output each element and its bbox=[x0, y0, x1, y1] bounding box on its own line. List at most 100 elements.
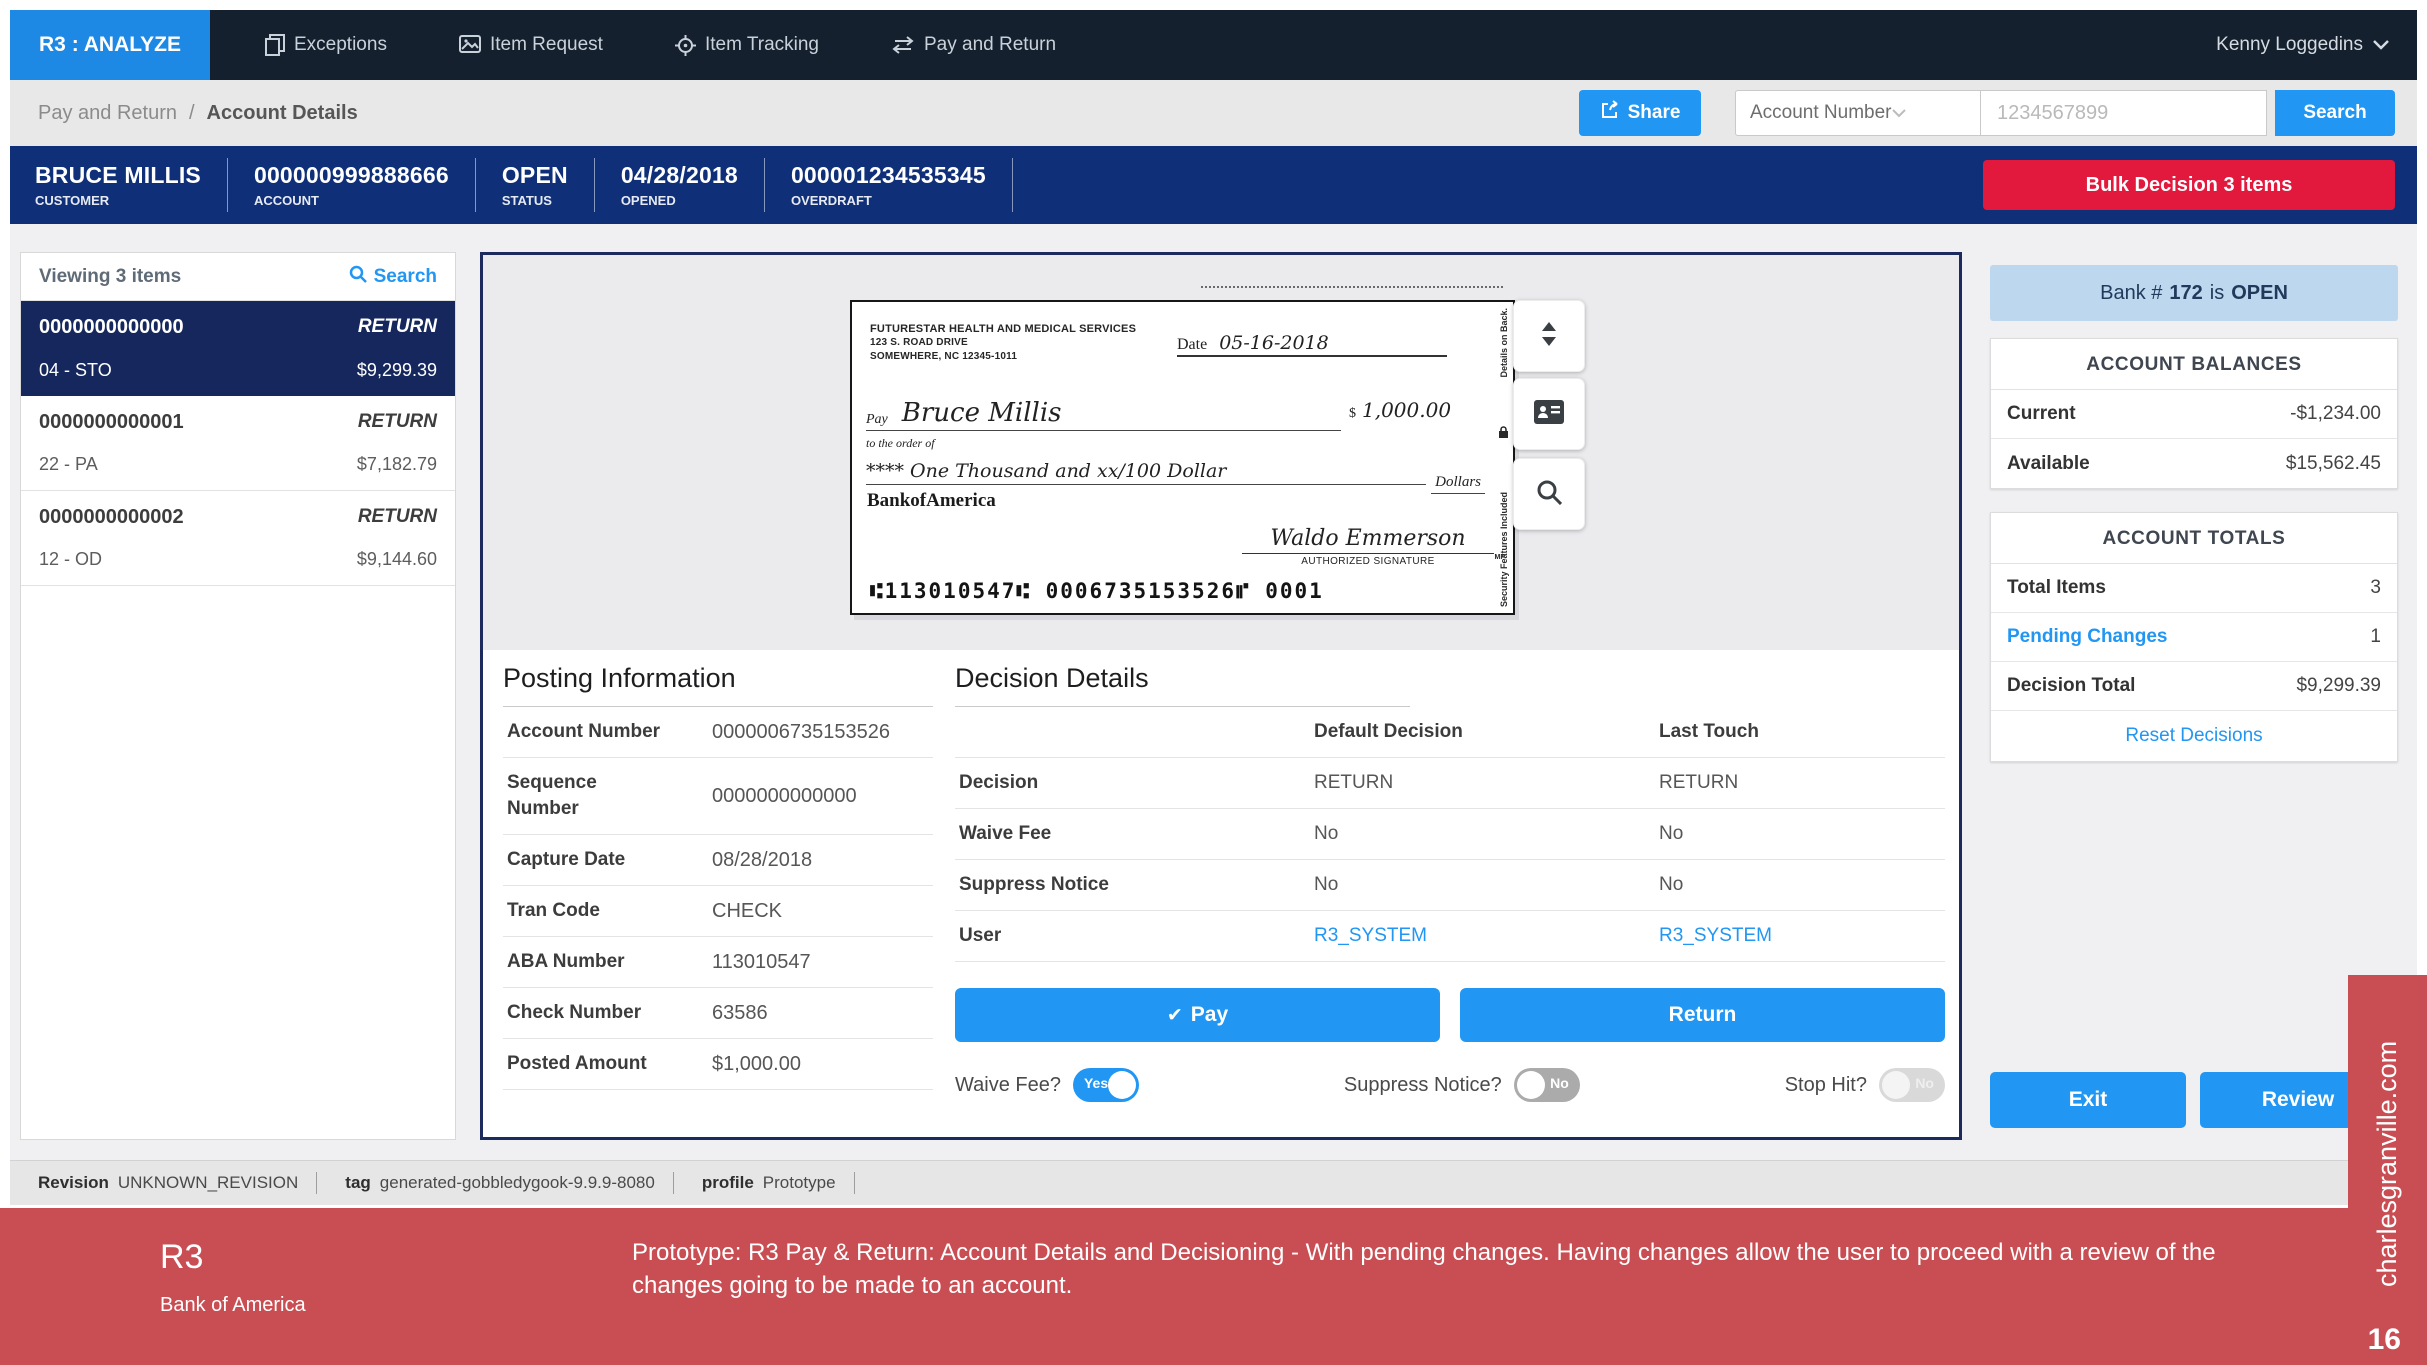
posting-label: Check Number bbox=[507, 1000, 672, 1026]
item-row[interactable]: 0000000000001 RETURN 22 - PA $7,182.79 bbox=[21, 396, 455, 491]
bulk-decision-button[interactable]: Bulk Decision 3 items bbox=[1983, 160, 2395, 210]
overdraft-label: OVERDRAFT bbox=[791, 193, 986, 208]
pending-changes-link[interactable]: Pending Changes bbox=[2007, 626, 2167, 648]
posting-row: Sequence Number 0000000000000 bbox=[503, 758, 933, 835]
stop-hit-toggle-group: Stop Hit? No bbox=[1785, 1068, 1945, 1102]
decision-total-label: Decision Total bbox=[2007, 675, 2135, 697]
decision-total-value: $9,299.39 bbox=[2296, 675, 2381, 697]
flip-check-button[interactable] bbox=[1513, 300, 1585, 372]
search-button-label: Search bbox=[2303, 102, 2366, 124]
check-amount-numeric: 1,000.00 bbox=[1362, 398, 1451, 422]
balance-value: $15,562.45 bbox=[2286, 453, 2381, 475]
posting-information-section: Posting Information Account Number 00000… bbox=[503, 663, 933, 1090]
top-nav: R3 : ANALYZE Exceptions Item Request Ite… bbox=[10, 10, 2417, 80]
slide-footer: R3 Bank of America Prototype: R3 Pay & R… bbox=[0, 1208, 2427, 1365]
decision-user-default-link[interactable]: R3_SYSTEM bbox=[1310, 911, 1655, 962]
balance-row: Current -$1,234.00 bbox=[1991, 390, 2397, 439]
breadcrumb: Pay and Return / Account Details bbox=[38, 102, 358, 125]
tab-item-request-label: Item Request bbox=[490, 34, 603, 56]
waive-fee-toggle[interactable]: Yes bbox=[1073, 1068, 1139, 1102]
customer-value: BRUCE MILLIS bbox=[35, 162, 201, 189]
contact-card-button[interactable] bbox=[1513, 378, 1585, 450]
account-number-input[interactable] bbox=[1981, 90, 2267, 136]
item-row[interactable]: 0000000000002 RETURN 12 - OD $9,144.60 bbox=[21, 491, 455, 586]
opened-value: 04/28/2018 bbox=[621, 162, 738, 189]
breadcrumb-current: Account Details bbox=[207, 102, 358, 125]
account-balances-card: ACCOUNT BALANCES Current -$1,234.00 Avai… bbox=[1990, 338, 2398, 489]
share-button[interactable]: Share bbox=[1579, 90, 1701, 136]
user-menu[interactable]: Kenny Loggedins bbox=[2216, 10, 2389, 80]
item-amount: $7,182.79 bbox=[238, 454, 437, 475]
check-pay-label: Pay bbox=[866, 412, 888, 428]
item-decision: RETURN bbox=[278, 506, 437, 529]
search-field-select[interactable]: Account Number bbox=[1735, 90, 1981, 136]
suppress-notice-toggle[interactable]: No bbox=[1514, 1068, 1580, 1102]
tab-item-request[interactable]: Item Request bbox=[459, 34, 603, 56]
divider bbox=[316, 1172, 317, 1194]
check-currency-symbol: $ bbox=[1349, 406, 1356, 422]
decision-header-empty bbox=[955, 707, 1310, 758]
exit-button[interactable]: Exit bbox=[1990, 1072, 2186, 1128]
toggle-knob bbox=[1882, 1071, 1910, 1099]
posting-value: 0000000000000 bbox=[712, 785, 857, 808]
info-opened: 04/28/2018 OPENED bbox=[595, 158, 765, 212]
bank-open-status: OPEN bbox=[2231, 282, 2288, 305]
zoom-check-button[interactable] bbox=[1513, 458, 1585, 530]
tab-exceptions[interactable]: Exceptions bbox=[265, 34, 387, 56]
breadcrumb-parent[interactable]: Pay and Return bbox=[38, 102, 177, 125]
check-payer-name: FUTURESTAR HEALTH AND MEDICAL SERVICES bbox=[870, 322, 1136, 336]
decision-col-last: Last Touch bbox=[1655, 707, 1945, 758]
waive-fee-toggle-group: Waive Fee? Yes bbox=[955, 1068, 1139, 1102]
check-image[interactable]: FUTURESTAR HEALTH AND MEDICAL SERVICES 1… bbox=[850, 300, 1515, 615]
item-list-panel: Viewing 3 items Search 0000000000000 RET… bbox=[20, 252, 456, 1140]
pay-button-label: Pay bbox=[1191, 1003, 1228, 1027]
pay-button[interactable]: ✔ Pay bbox=[955, 988, 1440, 1042]
divider bbox=[673, 1172, 674, 1194]
share-label: Share bbox=[1628, 102, 1681, 124]
check-payer-block: FUTURESTAR HEALTH AND MEDICAL SERVICES 1… bbox=[870, 322, 1136, 364]
revision-status-bar: Revision UNKNOWN_REVISION tag generated-… bbox=[10, 1160, 2417, 1205]
search-button[interactable]: Search bbox=[2275, 90, 2395, 136]
check-payer-address2: SOMEWHERE, NC 12345-1011 bbox=[870, 350, 1136, 364]
info-account: 000000999888666 ACCOUNT bbox=[228, 158, 476, 212]
decision-col-default: Default Decision bbox=[1310, 707, 1655, 758]
posting-value: 0000006735153526 bbox=[712, 721, 890, 744]
return-button[interactable]: Return bbox=[1460, 988, 1945, 1042]
check-dollars-label: Dollars bbox=[1431, 474, 1485, 494]
posting-row: Tran Code CHECK bbox=[503, 886, 933, 937]
item-amount: $9,144.60 bbox=[238, 549, 437, 570]
balance-value: -$1,234.00 bbox=[2290, 403, 2381, 425]
posting-value: 08/28/2018 bbox=[712, 849, 812, 872]
totals-row: Total Items 3 bbox=[1991, 564, 2397, 613]
posting-label: Tran Code bbox=[507, 898, 672, 924]
balance-label: Available bbox=[2007, 453, 2090, 475]
check-date-label: Date bbox=[1177, 336, 1207, 354]
check-micr-line: ⑆113010547⑆ 0006735153526⑈ 0001 bbox=[870, 579, 1324, 603]
item-number: 0000000000000 bbox=[39, 316, 278, 339]
watermark-ribbon: charlesgranville.com bbox=[2348, 975, 2427, 1365]
item-decision: RETURN bbox=[278, 411, 437, 434]
lock-icon bbox=[1498, 426, 1509, 444]
tab-r3-analyze[interactable]: R3 : ANALYZE bbox=[10, 10, 210, 80]
decision-row-label: Waive Fee bbox=[955, 809, 1310, 860]
check-amount-words-line: **** One Thousand and xx/100 Dollar bbox=[866, 460, 1426, 485]
decision-user-last-link[interactable]: R3_SYSTEM bbox=[1655, 911, 1945, 962]
posting-label: Capture Date bbox=[507, 847, 672, 873]
check-date-value: 05-16-2018 bbox=[1219, 332, 1329, 354]
check-payee-line: Pay Bruce Millis bbox=[866, 398, 1341, 431]
item-list-search-link[interactable]: Search bbox=[349, 265, 437, 289]
swap-arrows-icon bbox=[891, 36, 915, 54]
posting-value: CHECK bbox=[712, 900, 782, 923]
footer-brand: R3 bbox=[160, 1238, 203, 1277]
bank-prefix: Bank # bbox=[2100, 282, 2162, 305]
magnifier-icon bbox=[1536, 479, 1562, 510]
profile-label: profile bbox=[702, 1173, 754, 1193]
tab-item-tracking[interactable]: Item Tracking bbox=[675, 34, 819, 56]
decision-row-default: No bbox=[1310, 860, 1655, 911]
item-code: 12 - OD bbox=[39, 549, 238, 570]
item-row-selected[interactable]: 0000000000000 RETURN 04 - STO $9,299.39 bbox=[21, 301, 455, 396]
item-code: 22 - PA bbox=[39, 454, 238, 475]
tab-pay-and-return[interactable]: Pay and Return bbox=[891, 34, 1056, 56]
reset-decisions-link[interactable]: Reset Decisions bbox=[1991, 711, 2397, 761]
posting-row: Account Number 0000006735153526 bbox=[503, 707, 933, 758]
